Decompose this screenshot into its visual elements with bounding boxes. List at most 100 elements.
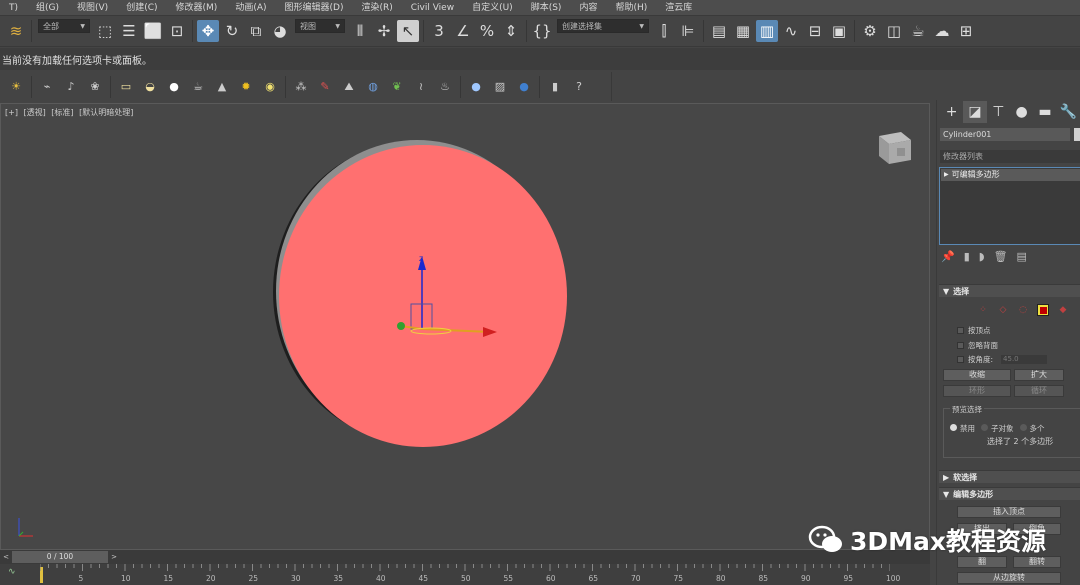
hair-icon[interactable]: ≀ [411, 77, 431, 97]
edit-polygons-rollout-header[interactable]: ▼ 编辑多边形 [939, 487, 1080, 500]
help-icon[interactable]: ? [569, 77, 589, 97]
render-in-cloud-icon[interactable]: ☁ [931, 20, 953, 42]
modify-tab-icon[interactable]: ◪ [963, 101, 987, 123]
menu-modifiers[interactable]: 修改器(M) [167, 0, 227, 16]
menu-views[interactable]: 视图(V) [68, 0, 117, 16]
menu-tools[interactable]: T) [0, 0, 27, 16]
grow-button[interactable]: 扩大 [1014, 369, 1064, 381]
menu-scripting[interactable]: 脚本(S) [522, 0, 571, 16]
globe-icon[interactable]: ◍ [363, 77, 383, 97]
selection-rollout-header[interactable]: ▼ 选择 [939, 284, 1080, 297]
layer-explorer-icon[interactable]: ≋ [5, 20, 27, 42]
by-vertex-row[interactable]: 按顶点 [957, 325, 991, 336]
spinner-snap-icon[interactable]: ⇕ [500, 20, 522, 42]
mirror-icon[interactable]: ⫿ [653, 20, 675, 42]
by-vertex-checkbox[interactable] [957, 327, 964, 334]
menu-content[interactable]: 内容 [570, 0, 606, 16]
menu-create[interactable]: 创建(C) [117, 0, 166, 16]
menu-help[interactable]: 帮助(H) [606, 0, 656, 16]
percent-snap-icon[interactable]: % [476, 20, 498, 42]
ignore-backfacing-row[interactable]: 忽略背面 [957, 340, 998, 351]
ring-button[interactable]: 环形 [943, 385, 1011, 397]
polygon-mode-icon[interactable] [1037, 304, 1049, 316]
menu-customize[interactable]: 自定义(U) [463, 0, 522, 16]
schematic-view-icon[interactable]: ⊟ [804, 20, 826, 42]
utilities-tab-icon[interactable]: 🔧 [1057, 101, 1080, 123]
menu-render-library[interactable]: 渲云库 [656, 0, 701, 16]
window-crossing-icon[interactable]: ⊡ [166, 20, 188, 42]
expand-arrow-icon[interactable]: ▶ [944, 169, 949, 181]
track-bar[interactable]: ∿ 5 10 15 20 25 30 35 40 45 50 55 60 65 70 75 80 85 90 95 1… [0, 564, 930, 585]
cone-primitive-icon[interactable]: ▲ [212, 77, 232, 97]
edit-named-selection-icon[interactable]: {} [531, 20, 553, 42]
snaps-toggle-icon[interactable]: 3 [428, 20, 450, 42]
menu-group[interactable]: 组(G) [27, 0, 68, 16]
sphere-primitive-icon[interactable]: ● [164, 77, 184, 97]
align-icon[interactable]: ⊫ [677, 20, 699, 42]
camera-icon[interactable]: ⌁ [37, 77, 57, 97]
display-tab-icon[interactable]: ▬ [1033, 101, 1056, 123]
gizmo-y-handle[interactable] [397, 322, 405, 330]
loop-button[interactable]: 循环 [1014, 385, 1064, 397]
time-next-icon[interactable]: > [108, 552, 120, 562]
rect-selection-region-icon[interactable]: ⬜ [142, 20, 164, 42]
terrain-icon[interactable]: ⛰ [339, 77, 359, 97]
preview-disabled-radio[interactable]: 禁用 [950, 423, 975, 434]
element-mode-icon[interactable]: ◆ [1057, 304, 1069, 316]
make-unique-icon[interactable]: ◗ [979, 250, 985, 263]
hinge-from-edge-button[interactable]: 从边旋转 [957, 572, 1061, 584]
object-name-field[interactable]: Cylinder001 [940, 128, 1070, 141]
menu-animation[interactable]: 动画(A) [226, 0, 275, 16]
box-primitive-icon[interactable]: ▭ [116, 77, 136, 97]
configure-modifier-sets-icon[interactable]: ▤ [1017, 250, 1027, 263]
remove-modifier-icon[interactable]: 🗑 [994, 250, 1008, 263]
select-and-move-icon[interactable]: ✥ [197, 20, 219, 42]
omni-light-icon[interactable]: ◉ [260, 77, 280, 97]
time-slider-handle[interactable]: 0 / 100 [12, 551, 108, 563]
ignore-backfacing-checkbox[interactable] [957, 342, 964, 349]
edge-mode-icon[interactable]: ◇ [997, 304, 1009, 316]
selection-filter-dropdown[interactable]: 全部 ▼ [38, 19, 90, 33]
select-by-name-icon[interactable]: ☰ [118, 20, 140, 42]
sun-light-icon[interactable]: ✹ [236, 77, 256, 97]
container-icon[interactable]: ▮ [545, 77, 565, 97]
curve-editor-icon[interactable]: ∿ [780, 20, 802, 42]
preview-multi-radio[interactable]: 多个 [1019, 423, 1045, 434]
create-tab-icon[interactable]: + [940, 101, 963, 123]
modifier-list-dropdown[interactable]: 修改器列表 [940, 150, 1080, 163]
material-editor-icon[interactable]: ▣ [828, 20, 850, 42]
scene-states-icon[interactable]: ▨ [490, 77, 510, 97]
cylinder-cap-selected[interactable] [279, 145, 567, 447]
keyboard-shortcut-override-icon[interactable]: ↖ [397, 20, 419, 42]
by-angle-spinner[interactable]: 45.0 [1001, 355, 1048, 364]
show-end-result-icon[interactable]: ▮ [964, 250, 970, 263]
soft-selection-rollout-header[interactable]: ▶ 软选择 [939, 470, 1080, 483]
by-angle-checkbox[interactable] [957, 356, 964, 363]
light-icon[interactable]: ☀ [6, 77, 26, 97]
material-sphere-icon[interactable]: ● [466, 77, 486, 97]
viewcube[interactable] [873, 126, 913, 166]
dynamics-icon[interactable]: ✎ [315, 77, 335, 97]
select-manipulate-icon[interactable]: ✢ [373, 20, 395, 42]
hierarchy-tab-icon[interactable]: ⊤ [987, 101, 1010, 123]
pin-stack-icon[interactable]: 📌 [941, 250, 955, 263]
angle-snap-icon[interactable]: ∠ [452, 20, 474, 42]
cloth-icon[interactable]: ♨ [435, 77, 455, 97]
toggle-ribbon-icon[interactable]: ▥ [756, 20, 778, 42]
modifier-stack-item[interactable]: ▶ 可编辑多边形 [941, 169, 1080, 181]
menu-rendering[interactable]: 渲染(R) [352, 0, 401, 16]
effect-icon[interactable]: ❀ [85, 77, 105, 97]
render-sphere-icon[interactable]: ● [514, 77, 534, 97]
sound-icon[interactable]: ♪ [61, 77, 81, 97]
toggle-layer-explorer-icon[interactable]: ▦ [732, 20, 754, 42]
reference-coord-dropdown[interactable]: 视图 ▼ [295, 19, 345, 33]
render-production-icon[interactable]: ☕ [907, 20, 929, 42]
preview-subobject-radio[interactable]: 子对象 [981, 423, 1014, 434]
render-setup-icon[interactable]: ⚙ [859, 20, 881, 42]
border-mode-icon[interactable]: ◌ [1017, 304, 1029, 316]
hemisphere-primitive-icon[interactable]: ◒ [140, 77, 160, 97]
menu-graph-editors[interactable]: 图形编辑器(D) [276, 0, 353, 16]
select-object-icon[interactable]: ⬚ [94, 20, 116, 42]
toggle-scene-explorer-icon[interactable]: ▤ [708, 20, 730, 42]
curve-editor-toggle-icon[interactable]: ∿ [8, 567, 16, 577]
